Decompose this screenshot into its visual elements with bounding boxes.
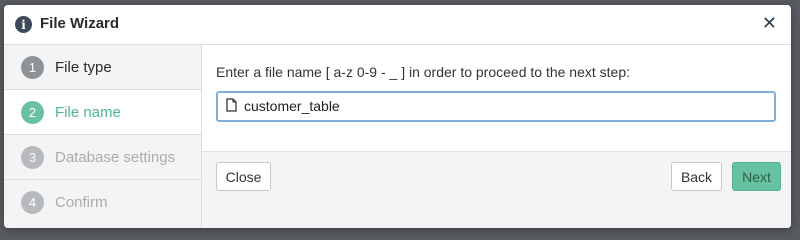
- step-label: File name: [55, 103, 121, 121]
- close-icon[interactable]: ✕: [762, 13, 777, 34]
- close-button[interactable]: Close: [216, 162, 271, 191]
- next-button[interactable]: Next: [732, 162, 781, 191]
- step-number-badge: 3: [21, 145, 44, 169]
- back-button[interactable]: Back: [671, 162, 722, 191]
- step-file-name[interactable]: 2 File name: [4, 90, 201, 135]
- wizard-steps-sidebar: 1 File type 2 File name 3 Database setti…: [4, 45, 202, 228]
- dialog-header: i File Wizard ✕: [4, 5, 791, 45]
- step-number-badge: 1: [21, 55, 44, 79]
- step-label: File type: [55, 58, 112, 76]
- step-number-badge: 4: [21, 190, 44, 214]
- step-label: Database settings: [55, 148, 176, 166]
- step-number-badge: 2: [21, 100, 44, 124]
- step-database-settings[interactable]: 3 Database settings: [4, 135, 201, 180]
- document-icon: [226, 98, 237, 117]
- wizard-content: Enter a file name [ a-z 0-9 - _ ] in ord…: [202, 45, 791, 228]
- step-confirm[interactable]: 4 Confirm: [4, 180, 201, 224]
- file-name-input[interactable]: [244, 96, 744, 116]
- info-circle-icon: i: [15, 16, 32, 33]
- file-name-field[interactable]: [216, 91, 776, 122]
- file-wizard-dialog: i File Wizard ✕ 1 File type 2 File name …: [4, 5, 791, 228]
- dialog-footer: Close Back Next: [202, 151, 791, 228]
- step-label: Confirm: [55, 193, 108, 211]
- file-name-prompt: Enter a file name [ a-z 0-9 - _ ] in ord…: [216, 64, 630, 80]
- step-file-type[interactable]: 1 File type: [4, 45, 201, 90]
- dialog-title: File Wizard: [40, 15, 120, 32]
